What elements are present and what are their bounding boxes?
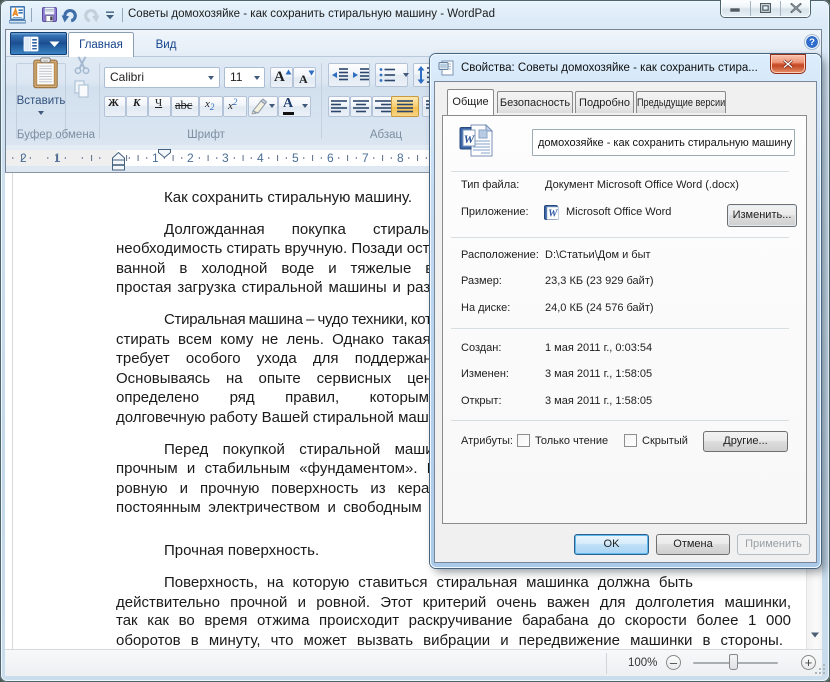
svg-text:W: W — [548, 209, 558, 220]
svg-text:?: ? — [809, 37, 815, 48]
svg-text:W: W — [464, 132, 476, 146]
